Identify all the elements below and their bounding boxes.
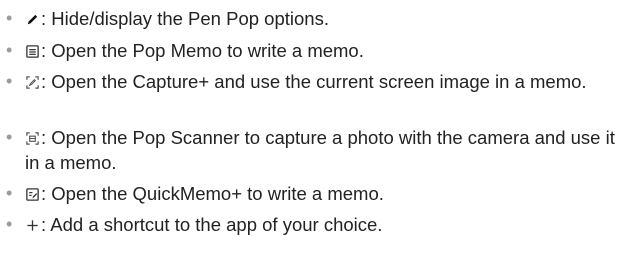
bullet: • xyxy=(6,183,13,203)
pen-icon xyxy=(25,12,40,27)
item-text: : Open the Pop Memo to write a memo. xyxy=(41,40,364,61)
item-text: : Hide/display the Pen Pop options. xyxy=(41,8,329,29)
bullet: • xyxy=(6,8,13,28)
bullet: • xyxy=(6,214,13,234)
plus-icon xyxy=(25,218,40,233)
bullet: • xyxy=(6,127,13,147)
item-text: : Open the Capture+ and use the current … xyxy=(41,71,587,92)
capture-icon xyxy=(25,75,40,90)
bullet: • xyxy=(6,40,13,60)
memo-icon xyxy=(25,44,40,59)
scanner-icon xyxy=(25,131,40,146)
item-text: : Open the Pop Scanner to capture a phot… xyxy=(25,127,615,173)
quickmemo-icon xyxy=(25,187,40,202)
bullet: • xyxy=(6,71,13,91)
item-text: : Add a shortcut to the app of your choi… xyxy=(41,214,383,235)
item-text: : Open the QuickMemo+ to write a memo. xyxy=(41,183,384,204)
